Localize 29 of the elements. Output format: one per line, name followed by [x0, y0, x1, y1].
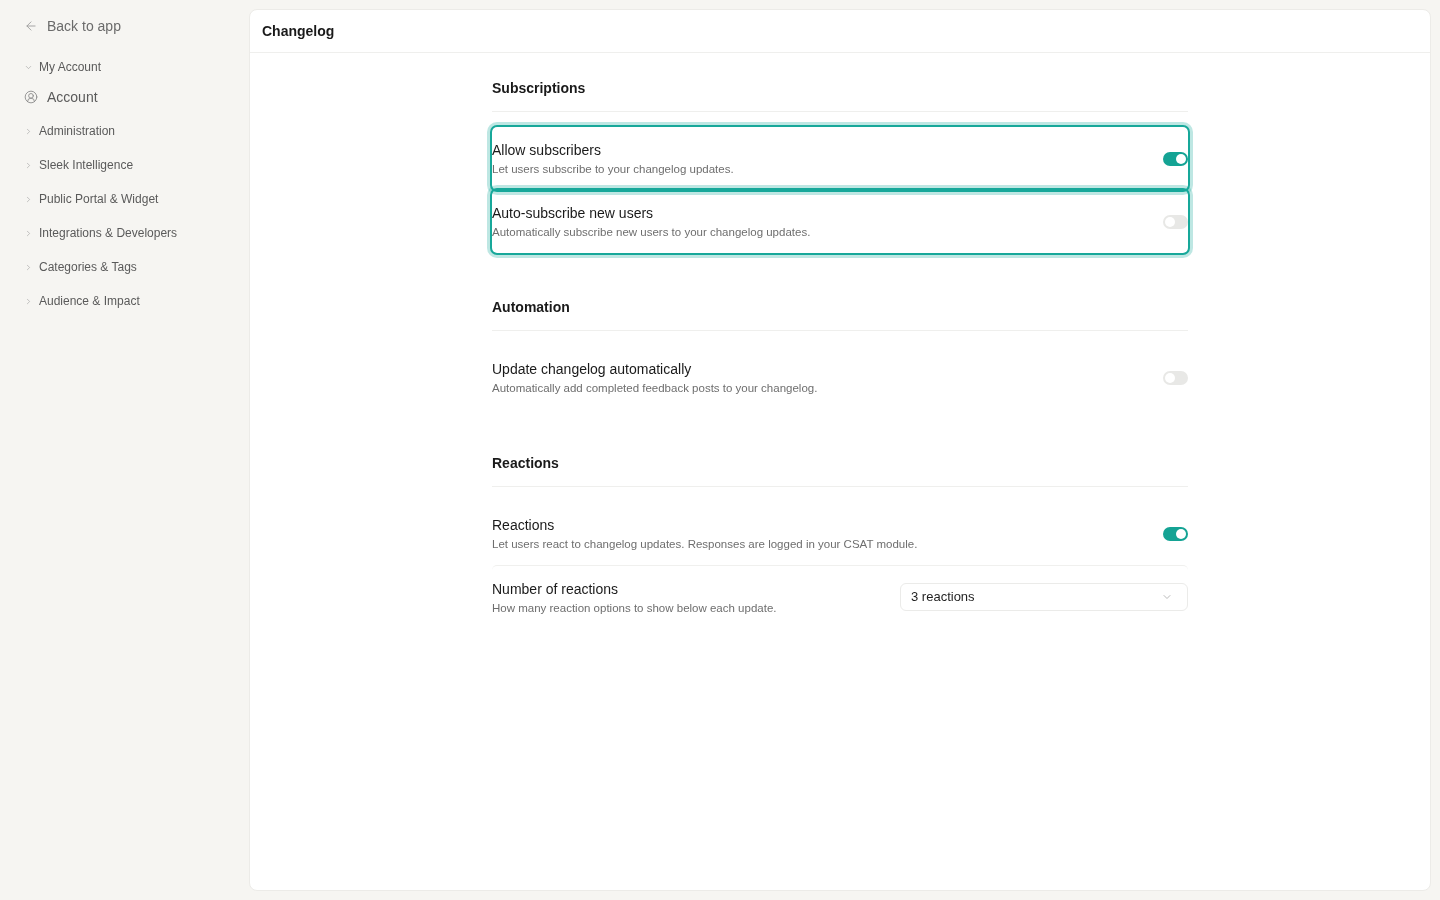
- sidebar-group[interactable]: Public Portal & Widget: [24, 182, 159, 216]
- sidebar-item[interactable]: Account: [24, 84, 98, 110]
- toggle-switch[interactable]: [1163, 526, 1188, 541]
- back-link[interactable]: Back to app: [24, 16, 121, 36]
- setting-title: Reactions: [492, 516, 556, 535]
- toggle-switch[interactable]: [1163, 151, 1188, 166]
- setting-description: Automatically subscribe new users to your changelog updates.: [492, 225, 811, 240]
- setting-title: Auto-subscribe new users: [492, 204, 655, 223]
- section-heading: Subscriptions: [492, 79, 587, 98]
- setting-title: Update changelog automatically: [492, 360, 693, 379]
- user-circle-icon: [24, 90, 38, 104]
- sidebar-group[interactable]: Administration: [24, 114, 116, 148]
- setting-title: Number of reactions: [492, 579, 620, 599]
- section-heading: Reactions: [492, 454, 560, 473]
- setting-title: Allow subscribers: [492, 141, 602, 160]
- sidebar-group[interactable]: Integrations & Developers: [24, 216, 178, 250]
- sidebar-group[interactable]: Audience & Impact: [24, 284, 140, 318]
- toggle-switch[interactable]: [1163, 214, 1188, 229]
- toggle-switch[interactable]: [1163, 370, 1188, 385]
- section-heading: Automation: [492, 298, 571, 317]
- setting-description: How many reaction options to show below each update.: [492, 600, 777, 616]
- select-dropdown[interactable]: 3 reactions: [900, 583, 1188, 611]
- sidebar-group[interactable]: My Account: [24, 50, 102, 84]
- page-title: Changelog: [262, 21, 335, 41]
- setting-description: Let users subscribe to your changelog updates.: [492, 162, 734, 177]
- sidebar-group[interactable]: Categories & Tags: [24, 250, 137, 284]
- sidebar-group[interactable]: Sleek Intelligence: [24, 148, 134, 182]
- setting-description: Let users react to changelog updates. Responses are logged in your CSAT module.: [492, 537, 918, 552]
- setting-description: Automatically add completed feedback posts to your changelog.: [492, 381, 818, 396]
